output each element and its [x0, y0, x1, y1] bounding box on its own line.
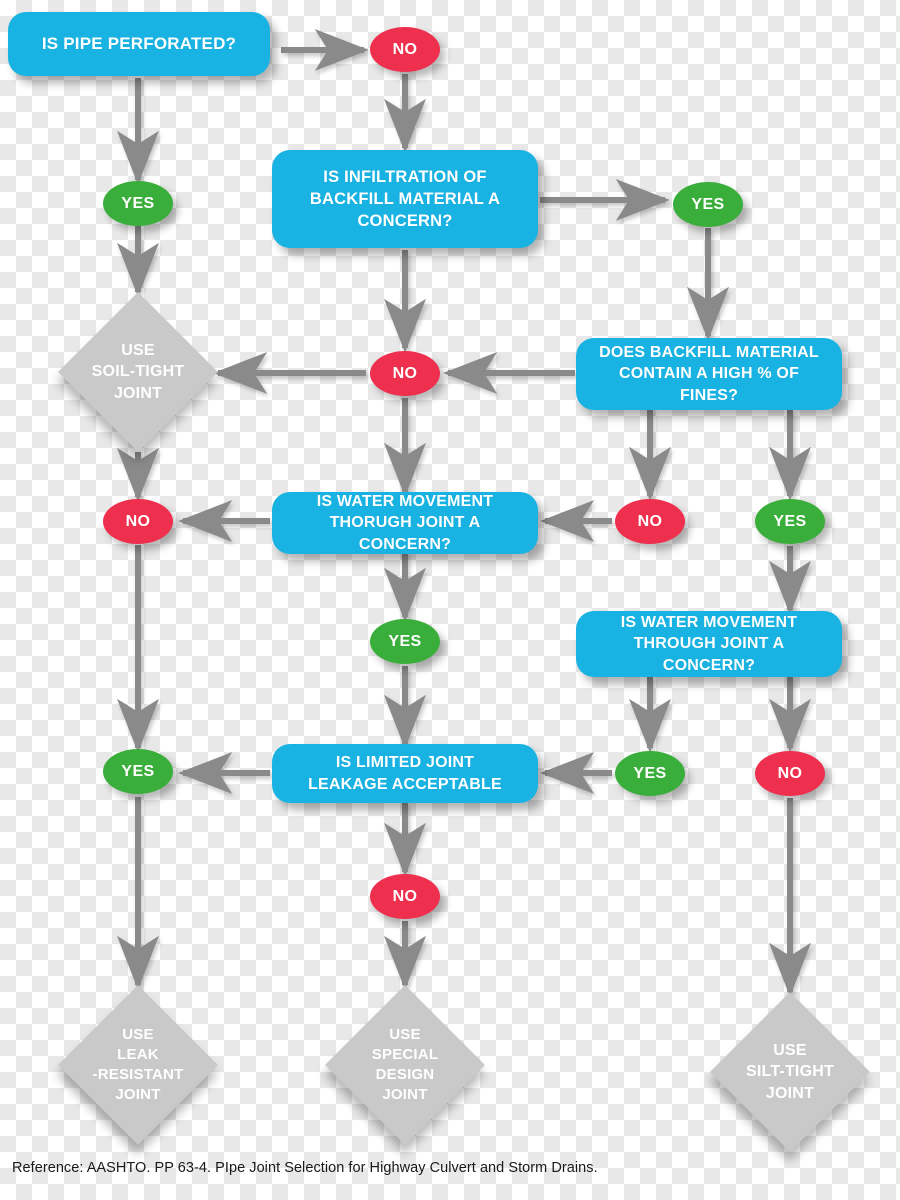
reference-footnote: Reference: AASHTO. PP 63-4. PIpe Joint S…: [12, 1160, 598, 1176]
answer-pill-q2-yes[interactable]: YES: [673, 182, 743, 227]
answer-label: NO: [392, 40, 418, 58]
question-label: IS PIPE PERFORATED?: [41, 33, 237, 53]
answer-pill-q6-no[interactable]: NO: [370, 874, 440, 919]
answer-label: NO: [637, 512, 663, 530]
terminal-label: USE SPECIAL DESIGN JOINT: [371, 1026, 439, 1103]
question-label: IS LIMITED JOINT LEAKAGE ACCEPTABLE: [308, 753, 502, 793]
answer-pill-q4-yes[interactable]: YES: [370, 619, 440, 664]
question-box-pipe-perforated[interactable]: IS PIPE PERFORATED?: [8, 12, 270, 76]
answer-label: YES: [121, 762, 155, 780]
question-label: IS WATER MOVEMENT THROUGH JOINT A CONCER…: [620, 613, 798, 674]
terminal-label: USE LEAK -RESISTANT JOINT: [92, 1026, 184, 1103]
terminal-diamond-leak-resistant-joint[interactable]: USE LEAK -RESISTANT JOINT: [58, 985, 218, 1145]
answer-pill-q1-no[interactable]: NO: [370, 27, 440, 72]
answer-label: NO: [392, 887, 418, 905]
question-label: DOES BACKFILL MATERIAL CONTAIN A HIGH % …: [599, 343, 819, 404]
question-label: IS WATER MOVEMENT THORUGH JOINT A CONCER…: [316, 492, 494, 553]
answer-label: NO: [777, 764, 803, 782]
terminal-label: USE SOIL-TIGHT JOINT: [91, 342, 185, 402]
answer-label: YES: [388, 632, 422, 650]
answer-pill-q2-no[interactable]: NO: [370, 351, 440, 396]
answer-pill-q1-yes[interactable]: YES: [103, 181, 173, 226]
terminal-diamond-silt-tight-joint[interactable]: USE SILT-TIGHT JOINT: [710, 992, 870, 1152]
question-box-backfill-fines[interactable]: DOES BACKFILL MATERIAL CONTAIN A HIGH % …: [576, 338, 842, 410]
question-box-water-movement-through[interactable]: IS WATER MOVEMENT THROUGH JOINT A CONCER…: [576, 611, 842, 677]
answer-label: YES: [773, 512, 807, 530]
answer-pill-q6-yes-left[interactable]: YES: [103, 749, 173, 794]
answer-pill-q5-no[interactable]: NO: [755, 751, 825, 796]
answer-pill-q4-no[interactable]: NO: [103, 499, 173, 544]
answer-label: YES: [691, 195, 725, 213]
question-box-water-movement-thorugh[interactable]: IS WATER MOVEMENT THORUGH JOINT A CONCER…: [272, 492, 538, 554]
answer-pill-q3-no[interactable]: NO: [615, 499, 685, 544]
answer-label: NO: [125, 512, 151, 530]
answer-label: YES: [633, 764, 667, 782]
answer-label: NO: [392, 364, 418, 382]
question-box-infiltration-backfill[interactable]: IS INFILTRATION OF BACKFILL MATERIAL A C…: [272, 150, 538, 248]
terminal-diamond-special-design-joint[interactable]: USE SPECIAL DESIGN JOINT: [325, 985, 485, 1145]
terminal-diamond-soil-tight-joint[interactable]: USE SOIL-TIGHT JOINT: [58, 292, 218, 452]
terminal-label: USE SILT-TIGHT JOINT: [746, 1042, 834, 1102]
question-label: IS INFILTRATION OF BACKFILL MATERIAL A C…: [309, 167, 501, 231]
flowchart-canvas: IS PIPE PERFORATED? NO YES IS INFILTRATI…: [0, 0, 900, 1200]
answer-pill-q5-yes[interactable]: YES: [615, 751, 685, 796]
answer-pill-q3-yes[interactable]: YES: [755, 499, 825, 544]
answer-label: YES: [121, 194, 155, 212]
question-box-limited-joint-leakage[interactable]: IS LIMITED JOINT LEAKAGE ACCEPTABLE: [272, 744, 538, 803]
